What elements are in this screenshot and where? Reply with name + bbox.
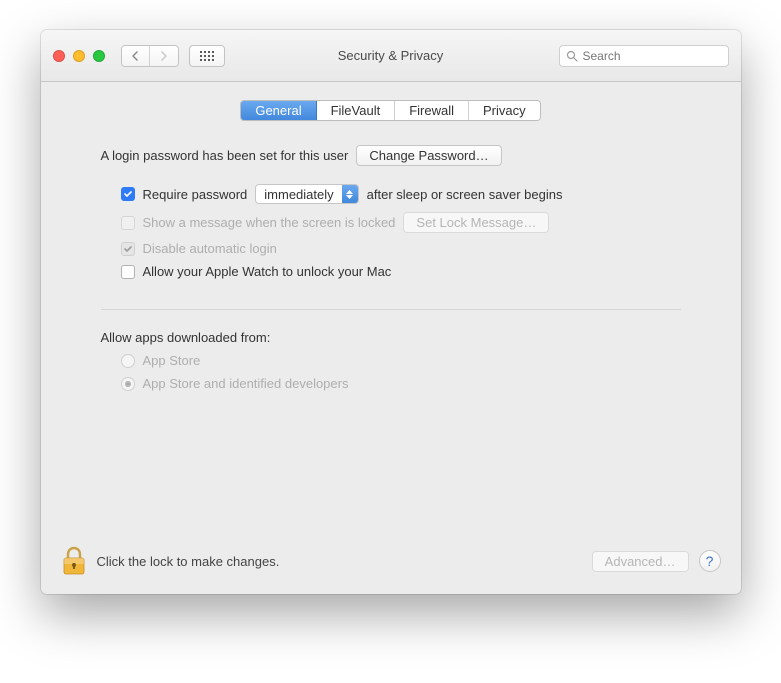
set-lock-message-button: Set Lock Message… [403, 212, 549, 233]
nav-back-forward [121, 45, 179, 67]
advanced-button: Advanced… [592, 551, 689, 572]
require-password-delay-value: immediately [256, 187, 341, 202]
lock-text: Click the lock to make changes. [97, 554, 280, 569]
disable-auto-login-label: Disable automatic login [143, 241, 277, 256]
require-password-label: Require password [143, 187, 248, 202]
radio-app-store-label: App Store [143, 353, 201, 368]
radio-app-store-identified [121, 377, 135, 391]
require-password-checkbox[interactable] [121, 187, 135, 201]
tab-privacy[interactable]: Privacy [469, 101, 540, 120]
tab-firewall[interactable]: Firewall [395, 101, 469, 120]
preferences-window: Security & Privacy General FileVault Fir… [41, 30, 741, 594]
chevron-left-icon [131, 51, 139, 61]
window-controls [53, 50, 105, 62]
apple-watch-unlock-checkbox[interactable] [121, 265, 135, 279]
require-password-suffix: after sleep or screen saver begins [367, 187, 563, 202]
check-icon [123, 244, 133, 254]
stepper-arrows-icon [342, 185, 358, 203]
tab-filevault[interactable]: FileVault [317, 101, 396, 120]
back-button[interactable] [122, 46, 150, 66]
apple-watch-unlock-label: Allow your Apple Watch to unlock your Ma… [143, 264, 392, 279]
tab-general[interactable]: General [241, 101, 316, 120]
show-message-label: Show a message when the screen is locked [143, 215, 396, 230]
grid-icon [200, 51, 214, 61]
show-message-checkbox [121, 216, 135, 230]
content-area: General FileVault Firewall Privacy A log… [41, 82, 741, 532]
divider [101, 309, 681, 310]
require-password-delay-select[interactable]: immediately [255, 184, 358, 204]
disable-auto-login-checkbox [121, 242, 135, 256]
minimize-window-button[interactable] [73, 50, 85, 62]
change-password-button[interactable]: Change Password… [356, 145, 501, 166]
check-icon [123, 189, 133, 199]
search-input[interactable] [583, 49, 722, 63]
help-button[interactable]: ? [699, 550, 721, 572]
radio-app-store [121, 354, 135, 368]
chevron-right-icon [160, 51, 168, 61]
lock-icon[interactable] [61, 546, 87, 576]
login-password-text: A login password has been set for this u… [101, 148, 349, 163]
footer: Click the lock to make changes. Advanced… [41, 532, 741, 594]
toolbar: Security & Privacy [41, 30, 741, 82]
radio-app-store-identified-label: App Store and identified developers [143, 376, 349, 391]
tab-bar: General FileVault Firewall Privacy [61, 100, 721, 121]
question-mark-icon: ? [706, 553, 714, 569]
show-all-button[interactable] [189, 45, 225, 67]
general-pane: A login password has been set for this u… [61, 145, 721, 391]
zoom-window-button[interactable] [93, 50, 105, 62]
allow-apps-heading: Allow apps downloaded from: [101, 330, 271, 345]
forward-button[interactable] [150, 46, 178, 66]
close-window-button[interactable] [53, 50, 65, 62]
search-icon [566, 50, 578, 62]
search-field[interactable] [559, 45, 729, 67]
